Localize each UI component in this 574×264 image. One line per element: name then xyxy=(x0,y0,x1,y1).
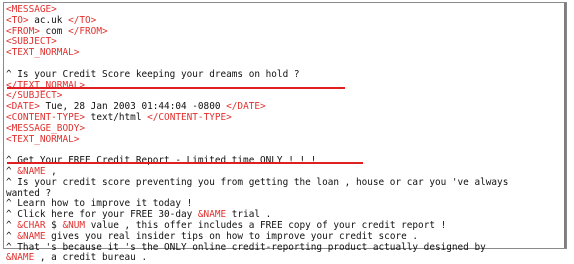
line-text: ^ Learn how to improve it today ! xyxy=(6,198,193,210)
email-document: <MESSAGE> <TO> ac.uk </TO> <FROM> com </FR… xyxy=(3,2,567,263)
line-text: ^ That 's because it 's the ONLY online … xyxy=(6,241,486,253)
markup-tag: <TEXT_NORMAL> xyxy=(6,47,80,59)
markup-tag: <TO> xyxy=(6,14,29,26)
markup-tag: &NUM xyxy=(62,219,86,231)
document-line: <FROM> com </FROM> xyxy=(6,25,564,38)
line-text: $ xyxy=(45,219,63,231)
markup-tag: <MESSAGE> xyxy=(6,4,57,15)
line-text: Tue, 28 Jan 2003 01:44:04 -0800 xyxy=(39,101,227,113)
subject-underline xyxy=(7,87,345,89)
line-text: , xyxy=(45,165,57,177)
markup-tag: &NAME xyxy=(17,230,46,242)
line-text: ^ Is your Credit Score keeping your drea… xyxy=(6,68,300,80)
line-text: , a credit bureau . xyxy=(34,252,148,264)
markup-tag: &NAME xyxy=(6,252,35,264)
markup-tag: </FROM> xyxy=(68,25,108,37)
document-line: ^ Is your Credit Score keeping your drea… xyxy=(6,68,564,81)
markup-tag: </SUBJECT> xyxy=(6,90,63,102)
document-line: <SUBJECT> xyxy=(6,36,564,48)
markup-tag: &NAME xyxy=(17,165,46,177)
document-line: ^ Is your credit score preventing you fr… xyxy=(6,176,564,189)
markup-tag: <SUBJECT> xyxy=(6,36,57,48)
line-text: text/html xyxy=(85,111,148,123)
document-line: &NAME , a credit bureau . xyxy=(6,252,564,264)
markup-tag: </CONTENT-TYPE> xyxy=(147,111,232,123)
line-text: ac.uk xyxy=(28,14,69,26)
markup-tag: </DATE> xyxy=(226,101,266,113)
line-text: ^ xyxy=(6,219,18,231)
markup-tag: &NAME xyxy=(197,209,227,221)
markup-tag: <CONTENT-TYPE> xyxy=(6,111,86,123)
document-line: <TEXT_NORMAL> xyxy=(6,133,564,146)
line-text: value , this offer includes a FREE copy … xyxy=(85,219,447,231)
line-text: ^ xyxy=(6,230,18,242)
line-text: trial . xyxy=(226,209,272,221)
markup-tag: <TEXT_NORMAL> xyxy=(6,133,80,145)
line-text: ^ Get Your FREE Credit Report - Limited … xyxy=(6,155,317,167)
markup-tag: <DATE> xyxy=(6,101,40,113)
right-border xyxy=(564,3,566,248)
document-line: </TEXT_NORMAL> xyxy=(6,80,564,92)
headline-underline xyxy=(7,162,363,164)
document-lines: <MESSAGE> <TO> ac.uk </TO> <FROM> com </FR… xyxy=(6,4,564,264)
line-text: ^ Click here for your FREE 30-day xyxy=(6,209,198,221)
markup-tag: <MESSAGE_BODY> xyxy=(6,122,86,134)
line-text: ^ xyxy=(6,165,18,177)
document-line: <MESSAGE_BODY> xyxy=(6,122,564,135)
line-text: gives you real insider tips on how to im… xyxy=(45,230,419,242)
line-text: wanted ? xyxy=(6,187,52,199)
line-text: ^ Is your credit score preventing you fr… xyxy=(6,176,509,188)
markup-tag: </TO> xyxy=(68,14,97,26)
markup-tag: <FROM> xyxy=(6,25,40,37)
document-line: <TEXT_NORMAL> xyxy=(6,47,564,59)
line-text: com xyxy=(39,25,69,37)
markup-tag: &CHAR xyxy=(17,219,46,231)
document-line: <CONTENT-TYPE> text/html </CONTENT-TYPE> xyxy=(6,111,564,124)
